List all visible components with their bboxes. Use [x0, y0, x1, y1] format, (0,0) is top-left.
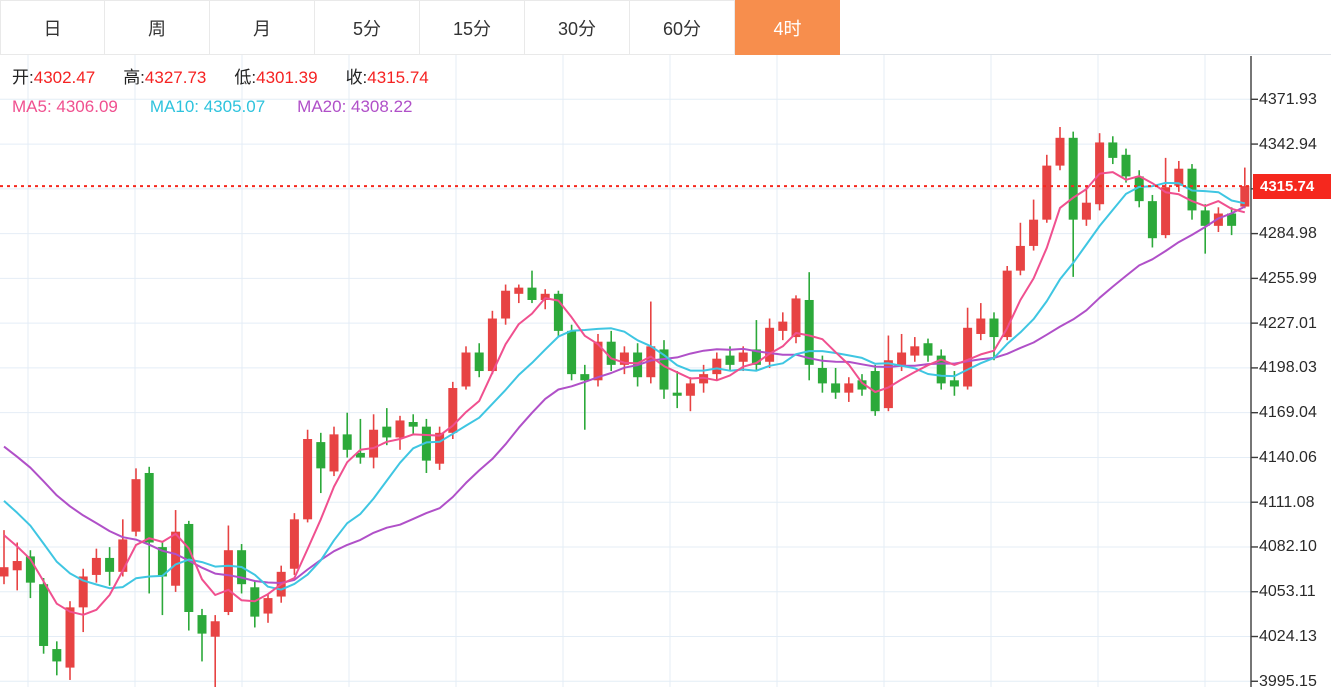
ohlc-low-label: 低:: [234, 68, 257, 87]
y-axis-label: 4053.11: [1259, 583, 1316, 601]
ohlc-high-value: 4327.73: [144, 68, 207, 87]
tab-month[interactable]: 月: [210, 0, 315, 55]
ma10-readout: MA10: 4305.07: [149, 97, 266, 116]
ohlc-low-value: 4301.39: [256, 68, 318, 87]
tab-5min[interactable]: 5分: [315, 0, 420, 55]
y-axis-label: 4255.99: [1259, 269, 1317, 287]
y-axis-label: 4140.06: [1259, 448, 1317, 466]
ohlc-high: 高:4327.73: [123, 68, 206, 87]
ma-readout: MA5: 4306.09 MA10: 4305.07 MA20: 4308.22: [12, 95, 444, 119]
ma5-readout: MA5: 4306.09: [12, 97, 118, 116]
interval-tabbar: 日周月 5分 15分 30分 60分 4时: [0, 0, 1331, 55]
y-axis-label: 4198.03: [1259, 359, 1317, 377]
candlestick-chart[interactable]: [0, 55, 1331, 687]
tab-4hour[interactable]: 4时: [735, 0, 840, 55]
tab-60min[interactable]: 60分: [630, 0, 735, 55]
ohlc-open-label: 开:: [12, 68, 34, 87]
tab-week[interactable]: 周: [105, 0, 210, 55]
ma20-readout: MA20: 4308.22: [297, 97, 413, 116]
tab-30min[interactable]: 30分: [525, 0, 630, 55]
ohlc-close-value: 4315.74: [367, 68, 429, 87]
ohlc-open: 开:4302.47: [12, 68, 95, 87]
ohlc-readout: 开:4302.47 高:4327.73 低:4301.39 收:4315.74: [12, 66, 457, 90]
y-axis-label: 4024.13: [1259, 628, 1317, 645]
y-axis-label: 4227.01: [1259, 314, 1317, 332]
y-axis-label: 4169.04: [1259, 404, 1317, 422]
y-axis-label: 4284.98: [1259, 225, 1317, 243]
ohlc-high-label: 高:: [123, 68, 145, 87]
current-price-tag: 4315.74: [1253, 173, 1331, 199]
y-axis-label: 4082.10: [1259, 538, 1317, 556]
ohlc-low: 低:4301.39: [234, 68, 317, 87]
y-axis-label: 3995.15: [1259, 672, 1317, 690]
tab-day[interactable]: 日: [0, 0, 105, 55]
ohlc-close-label: 收:: [345, 68, 368, 87]
tab-15min[interactable]: 15分: [420, 0, 525, 55]
y-axis-label: 4342.94: [1259, 135, 1317, 153]
ohlc-open-value: 4302.47: [33, 68, 96, 87]
ohlc-close: 收:4315.74: [346, 68, 429, 87]
y-axis-label: 4111.08: [1259, 493, 1315, 511]
y-axis-label: 4371.93: [1259, 90, 1317, 108]
